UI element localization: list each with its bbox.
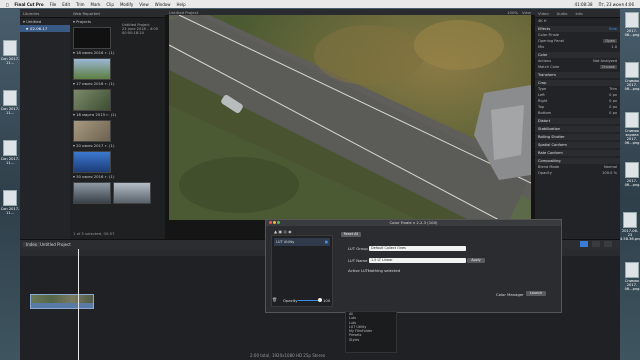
active-lut-value: Nothing selected <box>368 268 401 273</box>
project-meta: Untitled Project 23 June 2018 – 4:00 00:… <box>122 23 158 36</box>
menu-modify[interactable]: Modify <box>120 2 133 7</box>
opacity-slider[interactable] <box>298 300 320 301</box>
tool-icon[interactable] <box>580 241 588 247</box>
opacity-value: 100 <box>323 298 331 303</box>
date-group[interactable]: ▾ 18 марта 2015 г. (1) <box>70 111 165 118</box>
tab-info[interactable]: Info <box>575 11 582 16</box>
color-finale-window: Color Finale v 2.2.3 (100) ▲ ▣ ◎ ◉ LUT U… <box>265 219 562 313</box>
crop-row[interactable]: Bottom 0 px <box>535 110 620 116</box>
color-row[interactable]: Match Color Choose <box>535 64 620 70</box>
video-frame[interactable] <box>169 15 531 220</box>
date-group[interactable]: ▾ 30 июля 2016 г. (1) <box>70 173 165 180</box>
browser-clip[interactable] <box>73 89 162 111</box>
inspector-title: 4K H <box>538 19 547 23</box>
section-distort[interactable]: Distort <box>535 118 620 124</box>
open-panel-button[interactable]: Open <box>603 39 617 43</box>
menu-window[interactable]: Window <box>155 2 171 7</box>
timeline-footer: 2:00 total, 1920x1080 HD 25p Stereo <box>250 353 326 358</box>
section-spatial-conform[interactable]: Spatial Conform <box>535 142 620 148</box>
opacity-label: Opacity <box>283 298 298 303</box>
zoom-menu[interactable]: 100% <box>507 10 518 15</box>
library-item[interactable]: ▾ Untitled <box>20 18 70 25</box>
browser-footer: 1 of 5 selected, 00:57 <box>73 231 115 236</box>
browser-clip[interactable] <box>73 151 162 173</box>
lut-name-label: LUT Name <box>348 258 368 263</box>
event-item[interactable]: ★ 02-06-17 <box>20 25 70 32</box>
view-menu[interactable]: View <box>522 10 531 15</box>
menu-trim[interactable]: Trim <box>76 2 85 7</box>
window-controls <box>269 221 280 224</box>
desktop-file-icon[interactable]: Con 2017-11... <box>0 40 20 65</box>
active-lut-label: Active LUT: <box>348 268 369 273</box>
index-button[interactable]: Index <box>23 242 41 247</box>
desktop-file-icon[interactable]: 2017-06-23 4.58.36.png <box>620 212 640 241</box>
color-finale-title: Color Finale v 2.2.3 (100) <box>266 220 561 226</box>
menu-clip[interactable]: Clip <box>106 2 114 7</box>
apply-button[interactable]: Apply <box>467 258 485 263</box>
desktop-file-icon[interactable]: Con 2017-11... <box>0 190 20 215</box>
effect-row[interactable]: Mix 1.0 <box>535 44 620 50</box>
desktop-file-icon[interactable]: Снимок 2017-06...png <box>622 62 640 91</box>
browser-header: Web Reported <box>70 9 165 18</box>
tool-icon[interactable] <box>604 241 612 247</box>
date-group[interactable]: ▾ 17 июля 2016 г. (1) <box>70 80 165 87</box>
menubar-clock[interactable]: Пт, 23 июня 4:06 <box>599 2 634 7</box>
desktop-file-icon[interactable]: Con 2017-11... <box>0 140 20 165</box>
browser-clip[interactable] <box>73 58 162 80</box>
layer-toggle-icon: ■ <box>324 240 328 244</box>
browser-clip[interactable] <box>73 120 162 142</box>
inspector-tabs: Video Audio Info <box>535 9 620 18</box>
layer-item[interactable]: LUT Utility ■ <box>274 238 330 246</box>
effects-category-list: All Luts Luts LUT Utility My FilmFolder … <box>345 311 397 353</box>
desktop-file-icon[interactable]: 2017-06...png <box>622 162 640 187</box>
libraries-header: Libraries <box>20 9 70 18</box>
browser-panel: Web Reported ▾ Projects Untitled Project… <box>70 9 165 239</box>
reset-all-button[interactable]: Reset All <box>341 232 361 237</box>
zoom-icon[interactable] <box>277 221 280 224</box>
timeline-project-name: Untitled Project <box>40 242 71 247</box>
inspector-panel: Video Audio Info 4K H Effects Hide Color … <box>535 9 620 239</box>
desktop-file-icon[interactable]: 2017-06...png <box>622 12 640 37</box>
libraries-sidebar: Libraries ▾ Untitled ★ 02-06-17 <box>20 9 70 239</box>
minimize-icon[interactable] <box>273 221 276 224</box>
layers-list: LUT Utility ■ <box>271 235 333 307</box>
timeline-clip[interactable] <box>30 294 94 309</box>
section-transform[interactable]: Transform <box>535 72 620 78</box>
desktop-file-icon[interactable]: Снимок экрана 2017-06...png <box>622 112 640 145</box>
color-manager-label: Color Manager <box>496 292 524 297</box>
tool-icon[interactable] <box>592 241 600 247</box>
playhead[interactable] <box>78 249 79 360</box>
date-group[interactable]: ▾ 20 июля 2017 г. (1) <box>70 142 165 149</box>
trash-icon[interactable]: 🗑 <box>272 297 277 302</box>
lut-group-label: LUT Group <box>348 246 368 251</box>
aerial-road-image <box>169 15 531 220</box>
section-rate-conform[interactable]: Rate Conform <box>535 150 620 156</box>
menu-file[interactable]: File <box>50 2 57 7</box>
menu-edit[interactable]: Edit <box>62 2 70 7</box>
layer-toolbar-icons[interactable]: ▲ ▣ ◎ ◉ <box>274 229 292 234</box>
date-group[interactable]: ▾ 18 июля 2016 г. (1) <box>70 49 165 56</box>
menu-mark[interactable]: Mark <box>91 2 101 7</box>
menu-view[interactable]: View <box>139 2 149 7</box>
close-icon[interactable] <box>269 221 272 224</box>
menu-bar:  Final Cut Pro File Edit Trim Mark Clip… <box>0 0 640 8</box>
timecode-status: 41:08:38 <box>574 1 593 7</box>
compositing-row[interactable]: Opacity 100.0 % <box>535 170 620 176</box>
section-stabilization[interactable]: Stabilization <box>535 126 620 132</box>
tab-audio[interactable]: Audio <box>557 11 568 16</box>
opacity-slider-handle[interactable] <box>318 298 322 302</box>
viewer-panel: Untitled Project 100% View <box>165 9 535 239</box>
lut-group-select[interactable]: Default Collect Ones <box>369 246 466 251</box>
desktop-file-icon[interactable]: Снимок 2017-06...png <box>622 262 640 291</box>
app-menu[interactable]: Final Cut Pro <box>14 2 43 7</box>
effects-category[interactable]: Styles <box>346 338 396 342</box>
launch-button[interactable]: Launch <box>526 291 546 296</box>
apple-menu-icon[interactable]:  <box>6 2 8 7</box>
tab-video[interactable]: Video <box>538 11 549 16</box>
desktop-file-icon[interactable]: Con 2017-11... <box>0 90 20 115</box>
browser-clip[interactable] <box>73 182 162 204</box>
section-rolling-shutter[interactable]: Rolling Shutter <box>535 134 620 140</box>
menu-help[interactable]: Help <box>177 2 186 7</box>
lut-name-select[interactable]: 1.5 LT Linear <box>369 258 466 263</box>
